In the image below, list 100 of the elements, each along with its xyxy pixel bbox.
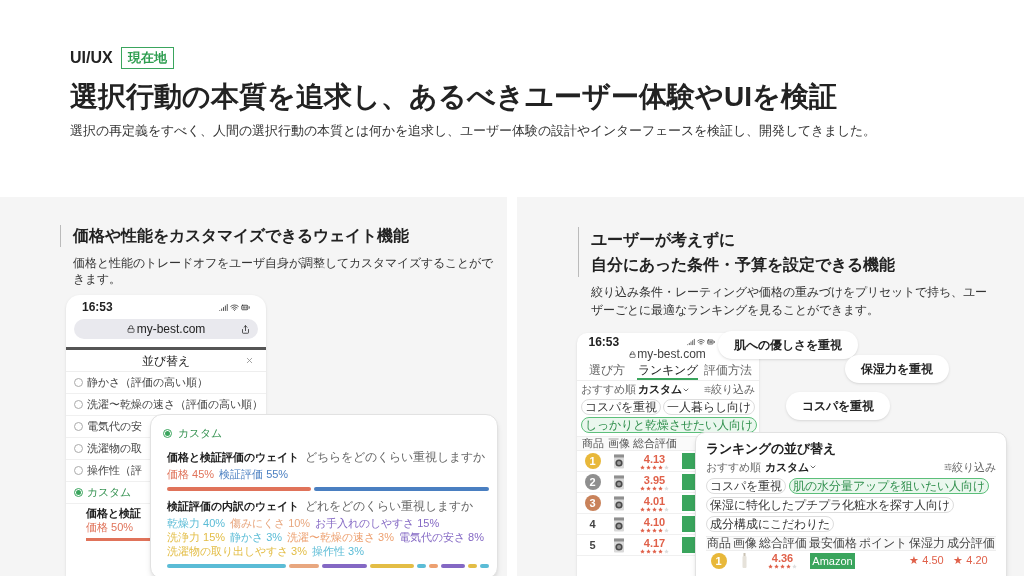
custom-option[interactable]: カスタム <box>178 425 222 442</box>
price-button[interactable] <box>681 495 695 511</box>
share-icon[interactable] <box>241 324 250 334</box>
weight-slider-segment[interactable] <box>369 563 415 568</box>
weight-label: 傷みにくさ 10% <box>230 515 311 530</box>
weight-label: 検証評価 55% <box>219 466 289 481</box>
score: 4.01 <box>643 494 666 507</box>
filter-chip[interactable]: 保湿に特化したプチプラ化粧水を探す人向け <box>705 497 954 513</box>
filter-chip[interactable]: 肌の水分量アップを狙いたい人向け <box>788 478 989 494</box>
feature-title: ユーザーが考えずに <box>590 230 736 251</box>
wifi-icon <box>230 302 239 312</box>
sort-option[interactable]: 洗濯物の取 <box>87 440 142 457</box>
weight-slider-segment[interactable] <box>167 486 311 491</box>
weight-slider-segment[interactable] <box>441 563 466 568</box>
weight-slider-segment[interactable] <box>289 563 319 568</box>
filter-chip[interactable]: コスパを重視 <box>705 478 786 494</box>
score: 4.10 <box>643 515 666 528</box>
weight-label: 価格 50% <box>86 520 134 534</box>
weight-slider-segment[interactable] <box>480 563 489 568</box>
weight-group-title: 検証評価の内訳のウェイト <box>167 498 299 514</box>
feature-title: 価格や性能をカスタマイズできるウェイト機能 <box>73 226 410 246</box>
weight-group-hint: どれをどのくらい重視しますか <box>305 497 473 515</box>
preset-bubble: コスパを重視 <box>785 392 890 420</box>
weight-label: お手入れのしやすさ 15% <box>315 515 440 530</box>
rank-number: 2 <box>584 474 601 490</box>
current-badge: 現在地 <box>120 47 174 69</box>
sort-option[interactable]: 操作性（評 <box>87 462 142 479</box>
column-header: 成分評価 <box>945 537 996 550</box>
rank-number: 1 <box>710 552 727 569</box>
weight-group-hint: どちらをどのくらい重視しますか <box>305 448 485 466</box>
weight-slider-segment[interactable] <box>313 486 489 491</box>
weight-slider-segment[interactable] <box>167 563 287 568</box>
card-title: ランキングの並び替え <box>705 441 837 456</box>
tab[interactable]: 評価方法 <box>697 361 759 380</box>
feature-description: 価格と性能のトレードオフをユーザ自身が調整してカスタマイズすることができます。 <box>72 255 494 287</box>
sheet-title: 並び替え <box>142 352 190 370</box>
category-label: UI/UX <box>70 48 113 68</box>
filter-chip[interactable]: 一人暮らし向け <box>662 399 755 415</box>
signal-icon <box>219 302 228 312</box>
tab[interactable]: 選び方 <box>576 361 638 380</box>
filter-chip[interactable]: コスパを重視 <box>580 399 661 415</box>
weight-slider-segment[interactable] <box>429 563 439 568</box>
column-header: 画像 <box>731 537 758 550</box>
weight-label: 洗濯〜乾燥の速さ 3% <box>287 529 394 544</box>
wifi-icon <box>696 338 705 346</box>
battery-icon <box>241 302 250 312</box>
sort-label: おすすめ順 <box>580 382 636 398</box>
column-header: 画像 <box>606 437 631 450</box>
filter-icon <box>703 386 711 393</box>
price-button[interactable] <box>681 453 695 469</box>
sort-option[interactable]: 電気代の安 <box>87 418 142 435</box>
preset-bubble: 肌への優しさを重視 <box>717 331 858 359</box>
weight-label: 価格 45% <box>167 466 215 481</box>
rating-value: ★ 4.20 <box>952 553 989 569</box>
filter-button[interactable]: 絞り込み <box>943 458 996 476</box>
weight-slider-segment[interactable] <box>417 563 427 568</box>
feature-title: 自分にあった条件・予算を設定できる機能 <box>590 255 896 275</box>
weight-label: 洗濯物の取り出しやすさ 3% <box>167 543 307 558</box>
weight-slider-segment[interactable] <box>322 563 367 568</box>
score: 4.17 <box>643 536 666 549</box>
price-button[interactable] <box>681 537 695 553</box>
page-description: 選択の再定義をすべく、人間の選択行動の本質とは何かを追求し、ユーザー体験の設計やインターフェースを検証し、開発してきました。 <box>70 123 877 140</box>
sort-dropdown[interactable]: カスタム <box>637 381 690 398</box>
feature-description: 絞り込み条件・レーティングや価格の重みづけをプリセットで持ち、ユーザーごとに最適なランキングを見ることができます。 <box>589 284 988 319</box>
filter-chip[interactable]: しっかりと乾燥させたい人向け <box>580 417 757 433</box>
weight-label: 静かさ 3% <box>230 529 283 544</box>
sort-dropdown[interactable]: カスタム <box>764 458 817 476</box>
sort-label: おすすめ順 <box>705 459 761 475</box>
weight-group-title: 価格と検証評価のウェイト <box>167 449 299 465</box>
preset-bubble: 保湿力を重視 <box>844 355 949 383</box>
clock-time: 16:53 <box>82 299 113 316</box>
lock-icon <box>126 325 135 333</box>
weight-group-title: 価格と検証 <box>86 506 141 520</box>
filter-chip[interactable]: 成分構成にこだわりた <box>705 516 834 532</box>
column-header: 商品 <box>705 537 732 550</box>
weight-label: 電気代の安さ 8% <box>399 529 484 544</box>
rank-number: 1 <box>584 453 601 469</box>
clock-time: 16:53 <box>588 336 620 348</box>
weight-slider-segment[interactable] <box>468 563 478 568</box>
weight-label: 乾燥力 40% <box>167 515 226 530</box>
signal-icon <box>686 338 695 346</box>
sort-option[interactable]: 静かさ（評価の高い順） <box>87 374 208 391</box>
column-header: 保湿力 <box>907 537 946 550</box>
address-bar[interactable]: my-best.com <box>74 319 258 339</box>
filter-icon <box>943 463 952 471</box>
filter-button[interactable]: 絞り込み <box>703 381 755 398</box>
weight-label: 操作性 3% <box>311 543 364 558</box>
close-icon[interactable] <box>245 356 254 365</box>
tab[interactable]: ランキング <box>637 361 698 380</box>
rank-number: 3 <box>584 495 601 511</box>
price-button[interactable] <box>681 474 695 490</box>
sort-option[interactable]: カスタム <box>87 484 131 501</box>
column-header: 商品 <box>580 437 605 450</box>
price-button[interactable] <box>681 516 695 532</box>
sort-option[interactable]: 洗濯〜乾燥の速さ（評価の高い順） <box>87 396 263 413</box>
score: 3.95 <box>643 473 666 486</box>
page-title: 選択行動の本質を追求し、あるべきユーザー体験やUIを検証 <box>70 80 838 114</box>
column-header: 総合評価 <box>757 537 808 550</box>
radio-button[interactable] <box>74 488 83 497</box>
rating-value: ★ 4.50 <box>908 553 945 569</box>
